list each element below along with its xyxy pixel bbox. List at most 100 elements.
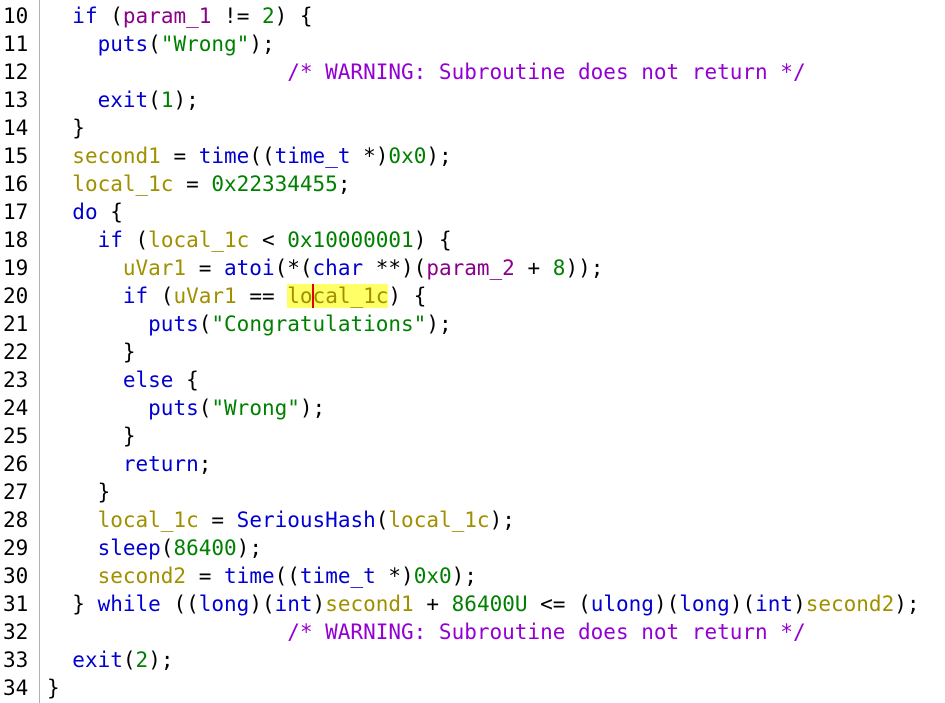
function-token[interactable]: puts: [148, 312, 199, 336]
function-token[interactable]: puts: [148, 396, 199, 420]
type-token[interactable]: int: [755, 592, 793, 616]
code-line[interactable]: 26 return;: [0, 450, 945, 478]
code-text[interactable]: puts("Wrong");: [39, 30, 945, 58]
function-token[interactable]: time: [199, 144, 250, 168]
code-line[interactable]: 27 }: [0, 478, 945, 506]
function-token[interactable]: exit: [98, 88, 149, 112]
code-text[interactable]: puts("Wrong");: [39, 394, 945, 422]
code-text[interactable]: /* WARNING: Subroutine does not return *…: [39, 618, 945, 646]
code-text[interactable]: do {: [39, 198, 945, 226]
variable-token[interactable]: uVar1: [123, 256, 186, 280]
code-line[interactable]: 28 local_1c = SeriousHash(local_1c);: [0, 506, 945, 534]
line-number: 26: [3, 452, 29, 476]
code-text[interactable]: return;: [39, 450, 945, 478]
code-line[interactable]: 34 }: [0, 674, 945, 702]
function-token[interactable]: exit: [72, 648, 123, 672]
line-number: 30: [3, 564, 29, 588]
code-text[interactable]: local_1c = SeriousHash(local_1c);: [39, 506, 945, 534]
type-token[interactable]: long: [679, 592, 730, 616]
variable-token[interactable]: local_1c: [388, 508, 489, 532]
code-line[interactable]: 29 sleep(86400);: [0, 534, 945, 562]
line-number: 27: [3, 480, 29, 504]
code-text[interactable]: }: [39, 338, 945, 366]
code-line[interactable]: 14 }: [0, 114, 945, 142]
function-token[interactable]: sleep: [98, 536, 161, 560]
keyword: if: [97, 228, 123, 252]
code-text[interactable]: puts("Congratulations");: [39, 310, 945, 338]
code-text[interactable]: /* WARNING: Subroutine does not return *…: [39, 58, 945, 86]
code-line[interactable]: 33 exit(2);: [0, 646, 945, 674]
code-line[interactable]: 21 puts("Congratulations");: [0, 310, 945, 338]
type-token[interactable]: int: [275, 592, 313, 616]
highlighted-variable[interactable]: local_1c: [287, 284, 389, 308]
line-number: 19: [3, 256, 29, 280]
code-text[interactable]: }: [39, 478, 945, 506]
function-token[interactable]: SeriousHash: [237, 508, 376, 532]
variable-token[interactable]: uVar1: [173, 284, 236, 308]
code-text[interactable]: sleep(86400);: [39, 534, 945, 562]
code-text[interactable]: }: [39, 114, 945, 142]
code-line[interactable]: 31 } while ((long)(int)second1 + 86400U …: [0, 590, 945, 618]
number-token: 0x10000001: [287, 228, 414, 252]
keyword: while: [97, 592, 161, 616]
decompiler-code-view[interactable]: 10 if (param_1 != 2) { 11 puts("Wrong");…: [0, 0, 945, 703]
variable-token[interactable]: second2: [806, 592, 895, 616]
code-text[interactable]: second2 = time((time_t *)0x0);: [39, 562, 945, 590]
variable-token[interactable]: local_1c: [148, 228, 249, 252]
variable-token-part: lo: [287, 284, 313, 308]
code-line[interactable]: 22 }: [0, 338, 945, 366]
code-line[interactable]: 19 uVar1 = atoi(*(char **)(param_2 + 8))…: [0, 254, 945, 282]
param-token[interactable]: param_1: [123, 4, 212, 28]
code-text[interactable]: else {: [39, 366, 945, 394]
type-token[interactable]: time_t: [300, 564, 376, 588]
type-token[interactable]: char: [313, 256, 364, 280]
code-text[interactable]: } while ((long)(int)second1 + 86400U <= …: [39, 590, 945, 618]
code-text[interactable]: exit(1);: [39, 86, 945, 114]
variable-token[interactable]: second1: [72, 144, 161, 168]
code-line[interactable]: 16 local_1c = 0x22334455;: [0, 170, 945, 198]
code-text[interactable]: uVar1 = atoi(*(char **)(param_2 + 8));: [39, 254, 945, 282]
keyword: if: [72, 4, 98, 28]
number-token: 0x0: [413, 564, 452, 588]
code-text[interactable]: if (param_1 != 2) {: [39, 2, 945, 30]
code-text[interactable]: exit(2);: [39, 646, 945, 674]
code-line[interactable]: 15 second1 = time((time_t *)0x0);: [0, 142, 945, 170]
number-token: 8: [552, 256, 566, 280]
code-line[interactable]: 17 do {: [0, 198, 945, 226]
function-token[interactable]: time: [224, 564, 275, 588]
code-text[interactable]: second1 = time((time_t *)0x0);: [39, 142, 945, 170]
variable-token[interactable]: local_1c: [72, 172, 173, 196]
string-token: "Congratulations": [211, 312, 427, 336]
number-token: 86400: [173, 536, 237, 560]
code-text[interactable]: if (uVar1 == local_1c) {: [39, 282, 945, 310]
code-line[interactable]: 11 puts("Wrong");: [0, 30, 945, 58]
code-line[interactable]: 12 /* WARNING: Subroutine does not retur…: [0, 58, 945, 86]
code-line[interactable]: 23 else {: [0, 366, 945, 394]
line-number: 31: [3, 592, 29, 616]
function-token[interactable]: atoi: [224, 256, 275, 280]
variable-token[interactable]: local_1c: [98, 508, 199, 532]
line-number: 12: [3, 60, 29, 84]
code-text[interactable]: }: [39, 674, 945, 702]
code-line[interactable]: 24 puts("Wrong");: [0, 394, 945, 422]
code-text[interactable]: local_1c = 0x22334455;: [39, 170, 945, 198]
comment-token: /* WARNING: Subroutine does not return *…: [287, 620, 806, 644]
variable-token[interactable]: second1: [325, 592, 414, 616]
type-token[interactable]: ulong: [591, 592, 654, 616]
code-line[interactable]: 10 if (param_1 != 2) {: [0, 2, 945, 30]
string-token: "Wrong": [211, 396, 300, 420]
param-token[interactable]: param_2: [426, 256, 515, 280]
code-line[interactable]: 20 if (uVar1 == local_1c) {: [0, 282, 945, 310]
type-token[interactable]: time_t: [275, 144, 351, 168]
code-line[interactable]: 25 }: [0, 422, 945, 450]
code-text[interactable]: }: [39, 422, 945, 450]
code-line[interactable]: 18 if (local_1c < 0x10000001) {: [0, 226, 945, 254]
code-line[interactable]: 32 /* WARNING: Subroutine does not retur…: [0, 618, 945, 646]
function-token[interactable]: puts: [98, 32, 149, 56]
variable-token[interactable]: second2: [98, 564, 187, 588]
comment-token: /* WARNING: Subroutine does not return *…: [287, 60, 806, 84]
code-text[interactable]: if (local_1c < 0x10000001) {: [39, 226, 945, 254]
code-line[interactable]: 30 second2 = time((time_t *)0x0);: [0, 562, 945, 590]
type-token[interactable]: long: [199, 592, 250, 616]
code-line[interactable]: 13 exit(1);: [0, 86, 945, 114]
